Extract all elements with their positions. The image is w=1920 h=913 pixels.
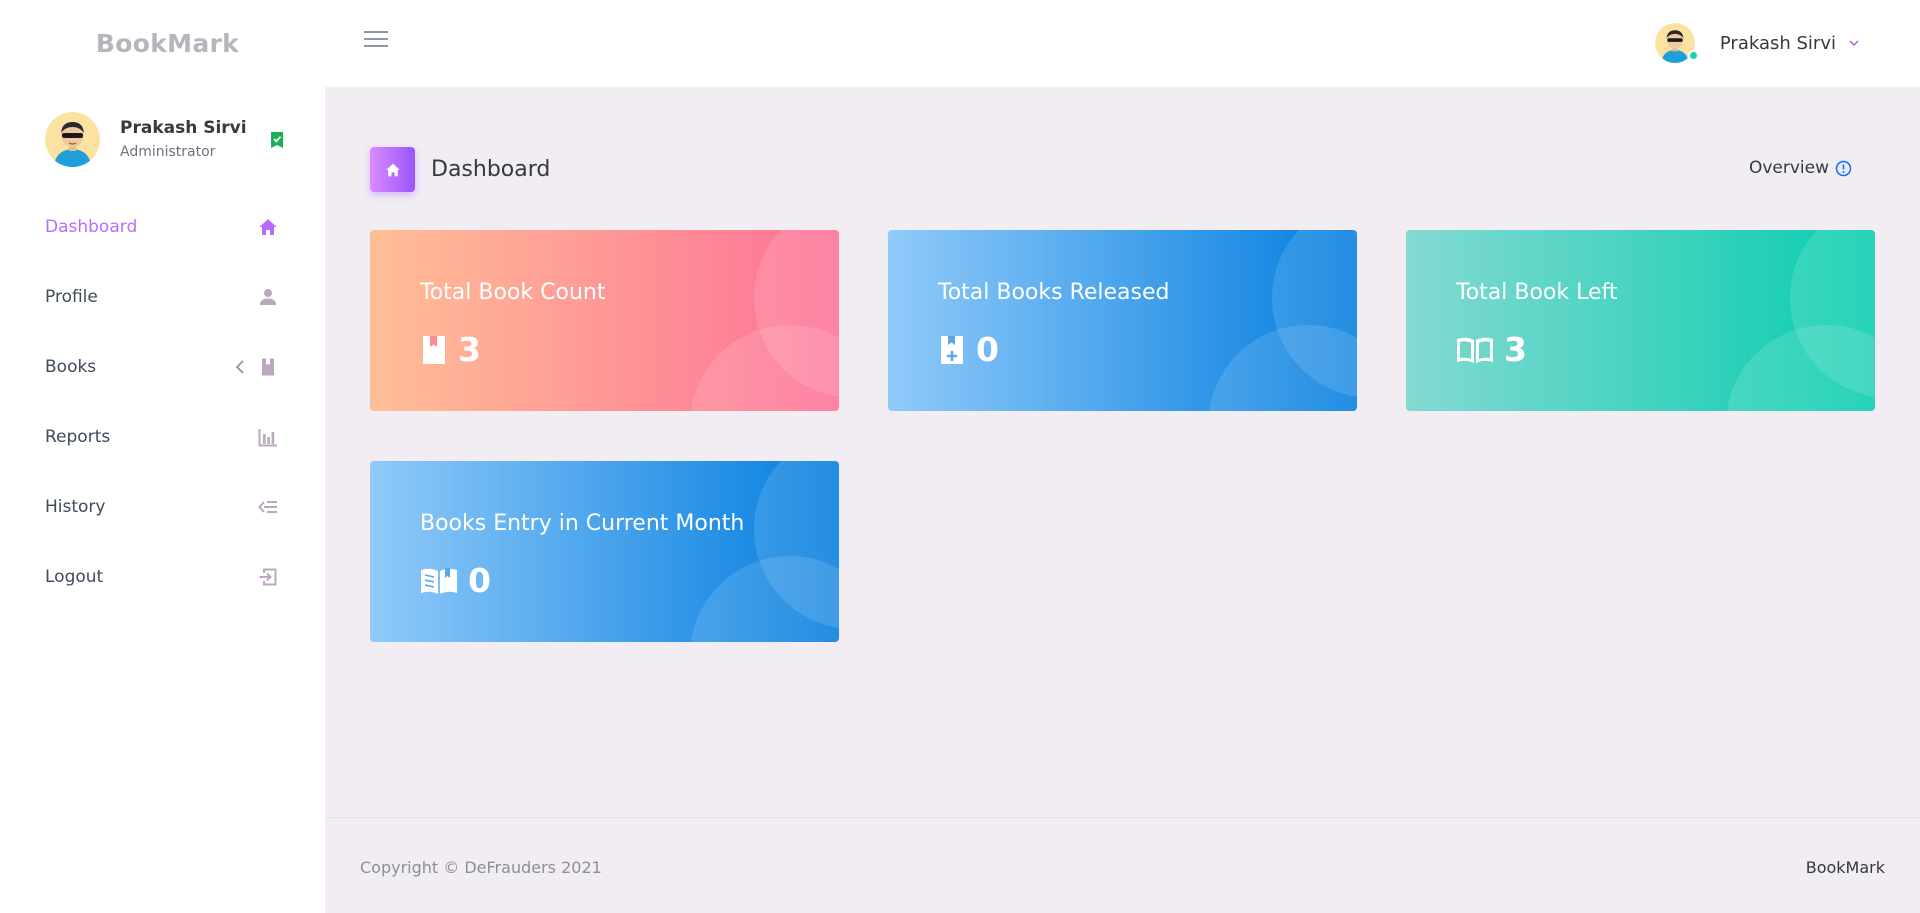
book-icon (262, 358, 274, 376)
card-decoration (1208, 325, 1357, 411)
bookmark-check-icon (271, 132, 283, 148)
sidebar: BookMark Prakash Sirvi Administrator Das… (0, 0, 325, 913)
sidebar-item-label: History (45, 497, 106, 517)
home-icon (259, 219, 277, 235)
stat-card-total-book-left[interactable]: Total Book Left 3 (1406, 230, 1875, 411)
user-icon (260, 289, 276, 305)
page-title: Dashboard (431, 157, 551, 182)
chevron-down-icon (1849, 40, 1859, 47)
sidebar-item-label: Reports (45, 427, 111, 447)
logout-icon (259, 568, 277, 586)
avatar (45, 111, 100, 167)
stat-card-total-book-count[interactable]: Total Book Count 3 (370, 230, 839, 411)
card-decoration (690, 325, 839, 411)
brand-logo[interactable]: BookMark (0, 0, 325, 87)
sidebar-item-label: Profile (45, 287, 98, 307)
card-title: Total Book Count (420, 280, 606, 305)
copyright-text: Copyright © DeFrauders 2021 (360, 858, 602, 877)
footer: Copyright © DeFrauders 2021 BookMark (325, 817, 1920, 913)
card-title: Total Books Released (938, 280, 1170, 305)
book-icon (423, 335, 445, 364)
sidebar-profile[interactable]: Prakash Sirvi Administrator (45, 111, 285, 167)
chevron-left-icon (235, 360, 244, 374)
card-value: 0 (976, 330, 999, 369)
history-icon (258, 501, 277, 513)
sidebar-item-history[interactable]: History (0, 472, 325, 542)
card-decoration (1726, 325, 1875, 411)
main-content: Dashboard Overview Total Book Count 3 To… (325, 87, 1920, 817)
sidebar-item-reports[interactable]: Reports (0, 402, 325, 472)
sidebar-item-label: Books (45, 357, 97, 377)
overview-label: Overview (1748, 158, 1829, 178)
user-menu-dropdown[interactable]: Prakash Sirvi (1654, 22, 1860, 64)
page-header: Dashboard (370, 147, 550, 192)
card-decoration (690, 556, 839, 642)
topbar: Prakash Sirvi (325, 0, 1920, 87)
info-icon (1835, 160, 1852, 176)
stat-card-books-entry-current-month[interactable]: Books Entry in Current Month 0 (370, 461, 839, 642)
open-book-icon (1457, 337, 1493, 363)
sidebar-item-dashboard[interactable]: Dashboard (0, 192, 325, 262)
user-name: Prakash Sirvi (1719, 32, 1836, 54)
card-value: 3 (458, 330, 481, 369)
bar-chart-icon (258, 429, 277, 447)
card-value: 3 (1504, 330, 1527, 369)
stat-card-total-books-released[interactable]: Total Books Released 0 (888, 230, 1357, 411)
profile-name: Prakash Sirvi (120, 118, 247, 138)
sidebar-item-label: Logout (45, 567, 104, 587)
sidebar-item-label: Dashboard (45, 217, 138, 237)
card-title: Books Entry in Current Month (420, 511, 745, 536)
profile-role: Administrator (120, 144, 216, 160)
sidebar-item-logout[interactable]: Logout (0, 542, 325, 612)
home-icon (370, 147, 415, 192)
brand-text: BookMark (95, 29, 240, 58)
avatar (1654, 23, 1699, 63)
menu-toggle-icon[interactable] (364, 31, 388, 53)
open-book-variant-icon (421, 567, 457, 594)
online-status-indicator (1687, 50, 1699, 61)
card-title: Total Book Left (1456, 280, 1618, 305)
overview-link[interactable]: Overview (1749, 158, 1852, 178)
card-value: 0 (468, 561, 491, 600)
sidebar-nav: Dashboard Profile Books Reports History … (0, 192, 325, 612)
footer-brand: BookMark (1805, 858, 1885, 877)
book-plus-icon (941, 335, 963, 364)
sidebar-item-profile[interactable]: Profile (0, 262, 325, 332)
sidebar-item-books[interactable]: Books (0, 332, 325, 402)
